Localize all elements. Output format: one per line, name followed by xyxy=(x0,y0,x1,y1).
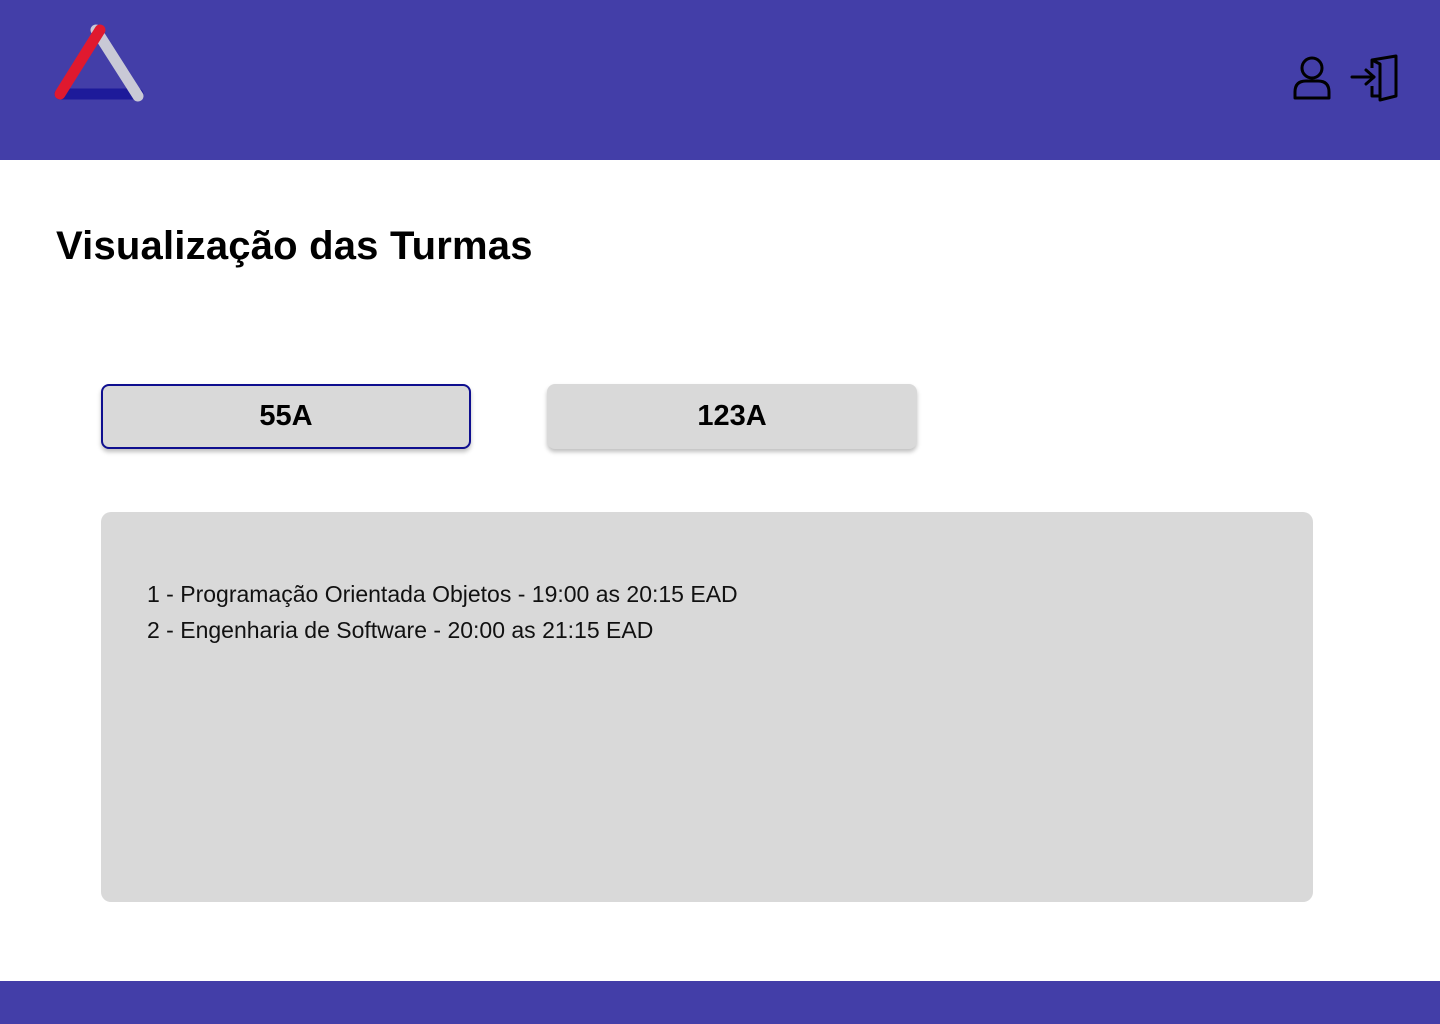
list-item: 2 - Engenharia de Software - 20:00 as 21… xyxy=(147,617,654,643)
page-title: Visualização das Turmas xyxy=(56,224,533,268)
user-icon[interactable] xyxy=(1292,54,1332,100)
header-actions xyxy=(1292,52,1400,102)
bottom-footer xyxy=(0,981,1440,1024)
page: Visualização das Turmas 55A 123A 1 - Pro… xyxy=(0,0,1440,1024)
tab-55a[interactable]: 55A xyxy=(101,384,471,449)
class-list: 1 - Programação Orientada Objetos - 19:0… xyxy=(147,576,1267,648)
tab-123a[interactable]: 123A xyxy=(547,384,917,449)
class-tabs: 55A 123A xyxy=(101,384,917,449)
top-header xyxy=(0,0,1440,160)
logout-door-icon[interactable] xyxy=(1350,52,1400,102)
triangle-logo-icon xyxy=(54,24,144,102)
class-schedule-panel: 1 - Programação Orientada Objetos - 19:0… xyxy=(101,512,1313,902)
list-item: 1 - Programação Orientada Objetos - 19:0… xyxy=(147,581,738,607)
